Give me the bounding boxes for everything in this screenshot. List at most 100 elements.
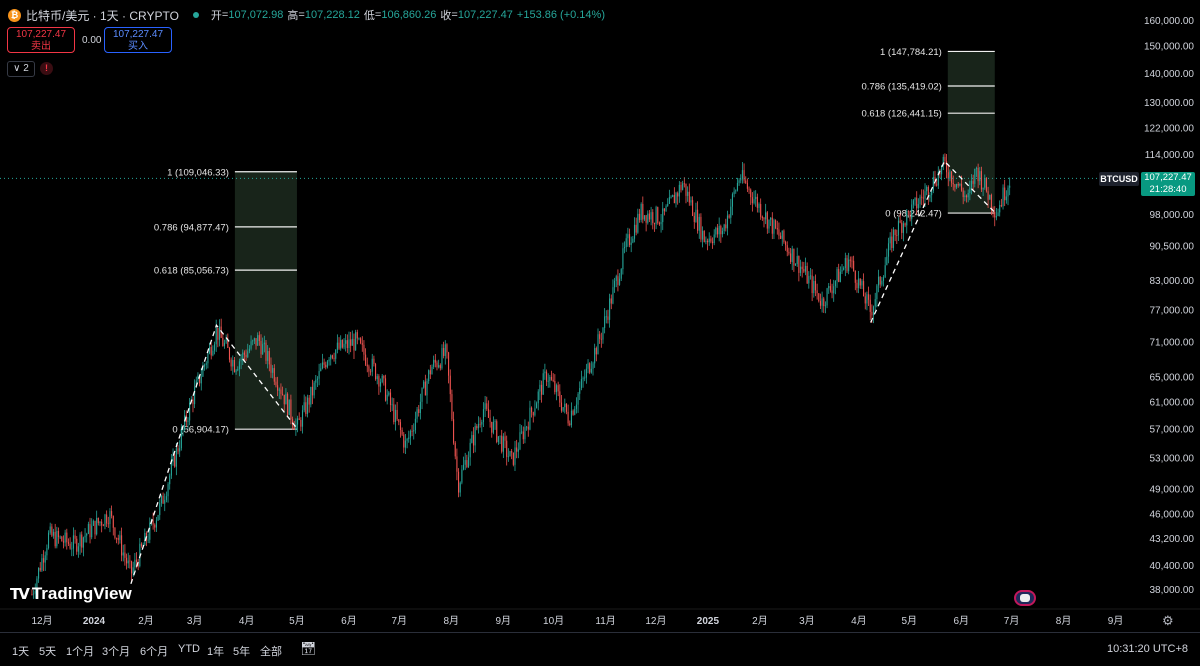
candle-body bbox=[433, 359, 435, 367]
candle-body bbox=[843, 268, 845, 270]
range-5d[interactable]: 5天 bbox=[39, 643, 56, 659]
fib-level-label: 1 (147,784.21) bbox=[880, 47, 942, 58]
range-1y[interactable]: 1年 bbox=[207, 643, 224, 659]
candle-body bbox=[321, 362, 323, 369]
candle-body bbox=[624, 247, 626, 249]
candle-body bbox=[956, 183, 958, 188]
candle-body bbox=[335, 349, 337, 359]
candle-body bbox=[524, 427, 526, 440]
candle-body bbox=[471, 435, 473, 443]
candle-body bbox=[121, 535, 123, 556]
candle-body bbox=[301, 410, 304, 427]
candle-body bbox=[250, 341, 252, 349]
candle-body bbox=[804, 265, 807, 272]
candle-body bbox=[650, 212, 652, 220]
candle-body bbox=[172, 455, 174, 463]
candle-body bbox=[453, 419, 455, 443]
candle-body bbox=[179, 448, 181, 452]
candle-body bbox=[228, 347, 231, 360]
candle-body bbox=[49, 526, 51, 533]
price-chart[interactable]: 1 (109,046.33) 0.786 (94,877.47) 0.618 (85… bbox=[0, 0, 1200, 632]
candle-body bbox=[562, 407, 564, 411]
fib-level-label: 0 (98,242.47) bbox=[885, 209, 942, 220]
candle-body bbox=[584, 377, 586, 379]
candle-body bbox=[1009, 185, 1011, 188]
alert-icon[interactable]: ! bbox=[40, 62, 53, 75]
range-6m[interactable]: 6个月 bbox=[140, 643, 168, 659]
range-all[interactable]: 全部 bbox=[260, 643, 282, 659]
economic-event-icon[interactable] bbox=[1014, 590, 1036, 606]
candle-body bbox=[982, 187, 984, 190]
candle-body bbox=[954, 184, 956, 188]
calendar-icon[interactable]: 📅︎ bbox=[300, 641, 317, 657]
candle-body bbox=[444, 344, 446, 356]
candle-body bbox=[594, 348, 596, 364]
candle-body bbox=[818, 293, 820, 302]
candle-body bbox=[476, 426, 478, 429]
candle-body bbox=[637, 213, 639, 233]
candle-body bbox=[602, 327, 604, 340]
candle-body bbox=[61, 536, 63, 542]
candle-body bbox=[204, 364, 206, 367]
candle-body bbox=[134, 559, 136, 568]
candle-body bbox=[962, 190, 964, 198]
candle-body bbox=[424, 381, 426, 396]
candle-body bbox=[809, 275, 812, 277]
candle-body bbox=[886, 256, 888, 266]
candle-body bbox=[806, 265, 808, 284]
candle-body bbox=[889, 236, 891, 244]
candle-body bbox=[366, 364, 368, 367]
candle-body bbox=[821, 298, 823, 306]
candle-body bbox=[979, 171, 981, 182]
candle-body bbox=[87, 524, 89, 534]
fib-level-label: 0.786 (135,419.02) bbox=[862, 82, 942, 93]
candle-body bbox=[891, 236, 893, 248]
candle-body bbox=[464, 460, 466, 465]
candle-body bbox=[504, 436, 506, 441]
candle-body bbox=[496, 421, 498, 442]
candle-body bbox=[200, 376, 202, 384]
candle-body bbox=[783, 230, 785, 242]
range-3m[interactable]: 3个月 bbox=[102, 643, 130, 659]
symbol-title[interactable]: 比特币/美元 · 1天 · CRYPTO bbox=[26, 7, 179, 24]
candle-body bbox=[628, 234, 631, 245]
candle-body bbox=[921, 196, 923, 198]
range-ytd[interactable]: YTD bbox=[178, 643, 200, 655]
clock-readout[interactable]: 10:31:20 UTC+8 bbox=[1107, 643, 1188, 655]
indicators-toggle[interactable]: ∨ 2 bbox=[7, 61, 35, 77]
candle-body bbox=[165, 496, 167, 500]
candle-body bbox=[592, 363, 594, 369]
candle-body bbox=[901, 222, 903, 233]
candle-body bbox=[565, 403, 568, 412]
candle-body bbox=[838, 269, 840, 282]
candle-body bbox=[755, 196, 757, 200]
range-5y[interactable]: 5年 bbox=[233, 643, 250, 659]
range-1d[interactable]: 1天 bbox=[12, 643, 29, 659]
sell-button[interactable]: 107,227.47 卖出 bbox=[7, 27, 75, 53]
candle-body bbox=[356, 332, 358, 339]
gear-icon[interactable]: ⚙ bbox=[1162, 613, 1174, 629]
candle-body bbox=[906, 211, 908, 226]
candle-body bbox=[379, 381, 382, 387]
range-1m[interactable]: 1个月 bbox=[66, 643, 94, 659]
candle-body bbox=[287, 393, 289, 415]
bar-countdown: 21:28:40 bbox=[1149, 184, 1187, 195]
candle-body bbox=[756, 196, 758, 208]
candle-body bbox=[969, 187, 971, 193]
candle-body bbox=[129, 560, 131, 562]
candle-body bbox=[605, 316, 607, 318]
candle-body bbox=[502, 436, 504, 452]
logo-text: TradingView bbox=[31, 584, 132, 603]
candle-body bbox=[853, 260, 855, 271]
candle-body bbox=[796, 256, 798, 265]
candle-body bbox=[839, 271, 841, 282]
candle-body bbox=[278, 389, 280, 391]
candle-body bbox=[333, 357, 335, 359]
candle-body bbox=[101, 521, 103, 526]
x-tick-label: 4月 bbox=[239, 615, 255, 627]
candle-body bbox=[984, 177, 986, 188]
buy-button[interactable]: 107,227.47 买入 bbox=[104, 27, 172, 53]
candle-body bbox=[751, 197, 753, 204]
candle-body bbox=[492, 421, 494, 433]
candle-body bbox=[569, 423, 571, 426]
